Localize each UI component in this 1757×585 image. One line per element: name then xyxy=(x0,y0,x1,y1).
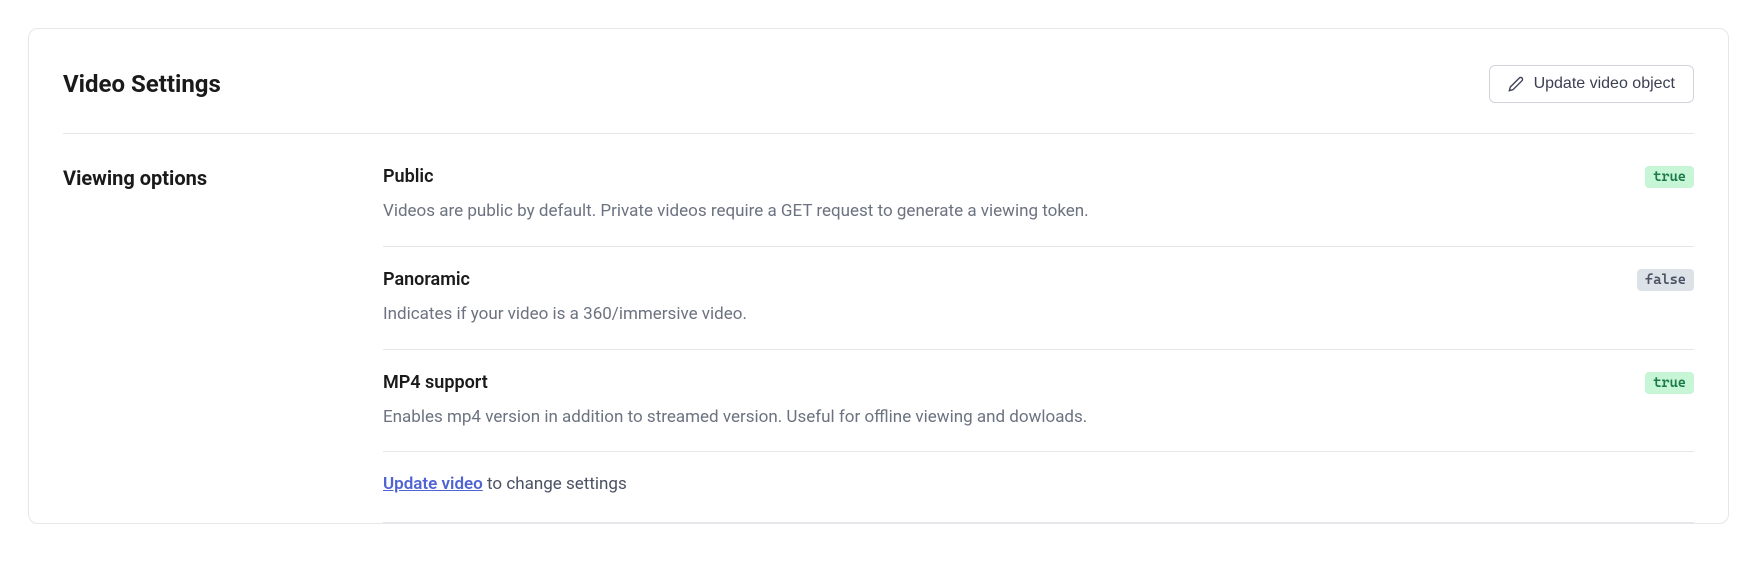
setting-name: MP4 support xyxy=(383,372,488,393)
update-button-label: Update video object xyxy=(1534,75,1675,93)
card-header: Video Settings Update video object xyxy=(63,65,1694,134)
status-badge-mp4: true xyxy=(1645,372,1694,394)
setting-name: Panoramic xyxy=(383,269,470,290)
section-content: Public true Videos are public by default… xyxy=(383,166,1694,523)
update-video-object-button[interactable]: Update video object xyxy=(1489,65,1694,103)
setting-header: Panoramic false xyxy=(383,269,1694,291)
setting-description: Videos are public by default. Private vi… xyxy=(383,200,1694,224)
setting-panoramic: Panoramic false Indicates if your video … xyxy=(383,269,1694,350)
section-label: Viewing options xyxy=(63,166,383,523)
viewing-options-section: Viewing options Public true Videos are p… xyxy=(63,134,1694,523)
footer-after-text: to change settings xyxy=(483,474,627,494)
status-badge-public: true xyxy=(1645,166,1694,188)
pencil-icon xyxy=(1508,76,1524,92)
setting-header: Public true xyxy=(383,166,1694,188)
setting-description: Indicates if your video is a 360/immersi… xyxy=(383,303,1694,327)
setting-public: Public true Videos are public by default… xyxy=(383,166,1694,247)
setting-description: Enables mp4 version in addition to strea… xyxy=(383,406,1694,430)
footer-link-row: Update video to change settings xyxy=(383,474,1694,523)
setting-name: Public xyxy=(383,166,433,187)
setting-mp4: MP4 support true Enables mp4 version in … xyxy=(383,372,1694,453)
setting-header: MP4 support true xyxy=(383,372,1694,394)
video-settings-card: Video Settings Update video object Viewi… xyxy=(28,28,1729,524)
card-title: Video Settings xyxy=(63,70,221,98)
status-badge-panoramic: false xyxy=(1637,269,1694,291)
update-video-link[interactable]: Update video xyxy=(383,474,483,494)
